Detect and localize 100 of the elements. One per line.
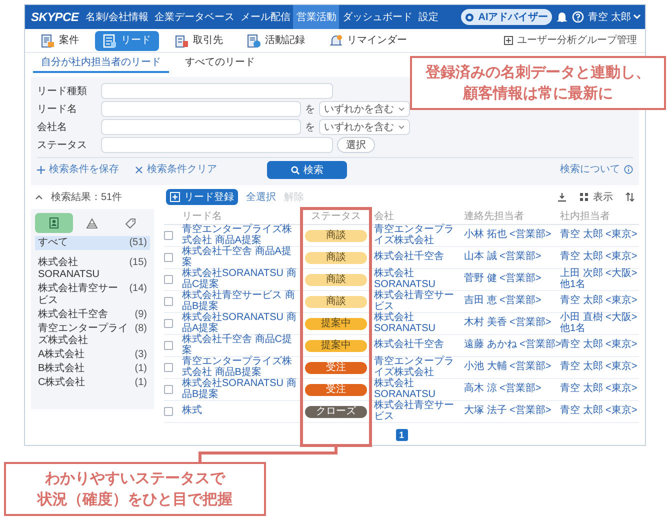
company-link[interactable]: 株式会社SORANATSU <box>372 269 462 290</box>
staff-link[interactable]: 青空 太郎 <東京> <box>560 384 640 395</box>
nav-item[interactable]: 企業データベース <box>151 5 238 29</box>
company-name: 株式会社青空サービス <box>38 283 119 307</box>
status-badge: 提案中 <box>305 318 367 330</box>
callout-text: 登録済みの名刺データと連動し、 <box>426 63 650 83</box>
module-tab[interactable]: 活動記録 <box>239 30 313 50</box>
lead-link[interactable]: 青空エンタープライズ株式会社 商品B提案 <box>180 357 300 378</box>
callout-text: 顧客情報は常に最新に <box>463 84 613 104</box>
company-link[interactable]: 株式会社千空舎 <box>372 252 462 263</box>
lead-link[interactable]: 株式会社千空舎 商品A提案 <box>180 247 300 268</box>
company-filter-item[interactable]: 株式会社青空サービス (14) <box>35 282 150 308</box>
nav-item[interactable]: 設定 <box>415 5 442 29</box>
search-help-link[interactable]: 検索について <box>560 162 633 177</box>
company-count: (1) <box>134 377 147 389</box>
company-link[interactable]: 株式会社青空サービス <box>372 401 462 422</box>
staff-link[interactable]: 青空 太郎 <東京> <box>560 362 640 373</box>
contact-link[interactable]: 菅野 健 <営業部> <box>462 274 558 285</box>
field-label: ステータス <box>37 138 88 152</box>
field-label: リード名 <box>37 102 78 116</box>
company-count: (9) <box>134 309 147 321</box>
company-count: (14) <box>129 283 147 295</box>
callout-text: 状況（確度）をひと目で把握 <box>38 490 232 510</box>
contact-link[interactable]: 吉田 恵 <営業部> <box>462 296 558 307</box>
lead-link[interactable]: 株式会社青空サービス 商品B提案 <box>180 291 300 312</box>
module-tab[interactable]: 案件 <box>33 30 87 50</box>
company-count: (1) <box>134 363 147 375</box>
company-link[interactable]: 株式会社千空舎 <box>372 340 462 351</box>
company-name: 青空エンタープライズ株式会社 <box>38 323 129 347</box>
column-header: 連絡先担当者 <box>463 210 525 224</box>
logo: SKYPCE <box>31 9 79 26</box>
contact-link[interactable]: 山本 誠 <営業部> <box>462 252 558 263</box>
company-link[interactable]: 株式会社SORANATSU <box>372 379 462 400</box>
module-tab[interactable]: リード <box>95 30 159 50</box>
add-lead-button[interactable]: リード登録 <box>166 189 238 205</box>
company-count: (3) <box>134 349 147 361</box>
group-admin-link[interactable]: ユーザー分析グループ管理 <box>504 33 637 48</box>
field-suffix: を <box>305 102 315 116</box>
company-filter-item[interactable]: C株式会社 (1) <box>35 376 150 390</box>
company-link[interactable]: 青空エンタープライズ株式会社 <box>372 225 462 246</box>
company-name: 株式会社千空舎 <box>38 309 108 321</box>
staff-link[interactable]: 青空 太郎 <東京> <box>560 340 640 351</box>
match-dropdown[interactable]: いずれかを含む <box>319 101 410 117</box>
callout-text: わかりやすいステータスで <box>45 469 225 489</box>
staff-link[interactable]: 青空 太郎 <東京> <box>560 230 640 241</box>
company-filter-item[interactable]: B株式会社 (1) <box>35 362 150 376</box>
lead-link[interactable]: 株式会社千空舎 商品C提案 <box>180 335 300 356</box>
company-link[interactable]: 株式会社青空サービス <box>372 291 462 312</box>
company-link[interactable]: 青空エンタープライズ株式会社 <box>372 357 462 378</box>
view-tab[interactable]: 自分が社内担当者のリード <box>33 53 169 73</box>
more-staff-link[interactable]: 他1名 <box>560 324 640 334</box>
company-filter-item[interactable]: 青空エンタープライズ株式会社 (8) <box>35 322 150 348</box>
staff-link[interactable]: 青空 太郎 <東京> <box>560 252 640 263</box>
status-badge: 提案中 <box>305 340 367 352</box>
view-tab[interactable]: すべてのリード <box>177 53 263 73</box>
contact-link[interactable]: 木村 美香 <営業部> <box>462 318 558 329</box>
field-suffix: を <box>305 120 315 134</box>
lead-link[interactable]: 株式会社SORANATSU 商品C提案 <box>180 269 300 290</box>
display-button[interactable]: 表示 <box>579 190 613 204</box>
lead-link[interactable]: 青空エンタープライズ株式会社 商品A提案 <box>180 225 300 246</box>
company-name: B株式会社 <box>38 363 85 375</box>
contact-link[interactable]: 小池 大輔 <営業部> <box>462 362 558 373</box>
status-badge: クローズ <box>305 406 367 418</box>
nav-item[interactable]: メール配信 <box>237 5 294 29</box>
contact-link[interactable]: 大塚 法子 <営業部> <box>462 406 558 417</box>
search-option-link[interactable]: 検索条件クリア <box>135 162 217 177</box>
company-filter-item[interactable]: A株式会社 (3) <box>35 348 150 362</box>
nav-item[interactable]: 名刺/会社情報 <box>82 5 152 29</box>
contact-link[interactable]: 小林 拓也 <営業部> <box>462 230 558 241</box>
nav-item[interactable]: 営業活動 <box>293 5 340 29</box>
staff-link[interactable]: 上田 次郎 <大阪> <box>560 269 640 280</box>
lead-link[interactable]: 株式会社SORANATSU 商品B提案 <box>180 379 300 400</box>
match-dropdown[interactable]: いずれかを含む <box>319 119 410 135</box>
company-filter-item[interactable]: すべて (51) <box>35 236 150 250</box>
module-tab[interactable]: リマインダー <box>321 30 415 50</box>
contact-link[interactable]: 高木 涼 <営業部> <box>462 384 558 395</box>
nav-item[interactable]: ダッシュボード <box>339 5 416 29</box>
module-tab[interactable]: 取引先 <box>167 30 231 50</box>
ai-advisor-button[interactable]: AIアドバイザー <box>461 9 552 25</box>
lead-link[interactable]: 株式会社SORANATSU 商品A提案 <box>180 313 300 334</box>
more-staff-link[interactable]: 他1名 <box>560 280 640 290</box>
company-name: C株式会社 <box>38 377 86 389</box>
user-menu[interactable]: 青空 太郎 <box>588 10 641 24</box>
status-badge: 商談 <box>305 252 367 264</box>
company-filter-item[interactable]: 株式会社SORANATSU (15) <box>35 256 150 282</box>
company-link[interactable]: 株式会社SORANATSU <box>372 313 462 334</box>
search-button[interactable]: 検索 <box>267 161 347 179</box>
staff-link[interactable]: 青空 太郎 <東京> <box>560 406 640 417</box>
select-all-link[interactable]: 全選択 <box>246 190 276 204</box>
staff-link[interactable]: 小田 直樹 <大阪> <box>560 313 640 324</box>
search-option-link[interactable]: 検索条件を保存 <box>37 162 119 177</box>
select-button[interactable]: 選択 <box>337 137 375 153</box>
status-badge: 受注 <box>305 384 367 396</box>
status-badge: 商談 <box>305 274 367 286</box>
staff-link[interactable]: 青空 太郎 <東京> <box>560 296 640 307</box>
lead-link[interactable]: 株式 <box>180 406 300 417</box>
company-count: (8) <box>134 323 147 335</box>
page-button[interactable]: 1 <box>396 429 408 441</box>
company-name: 株式会社SORANATSU <box>38 257 100 281</box>
company-filter-item[interactable]: 株式会社千空舎 (9) <box>35 308 150 322</box>
